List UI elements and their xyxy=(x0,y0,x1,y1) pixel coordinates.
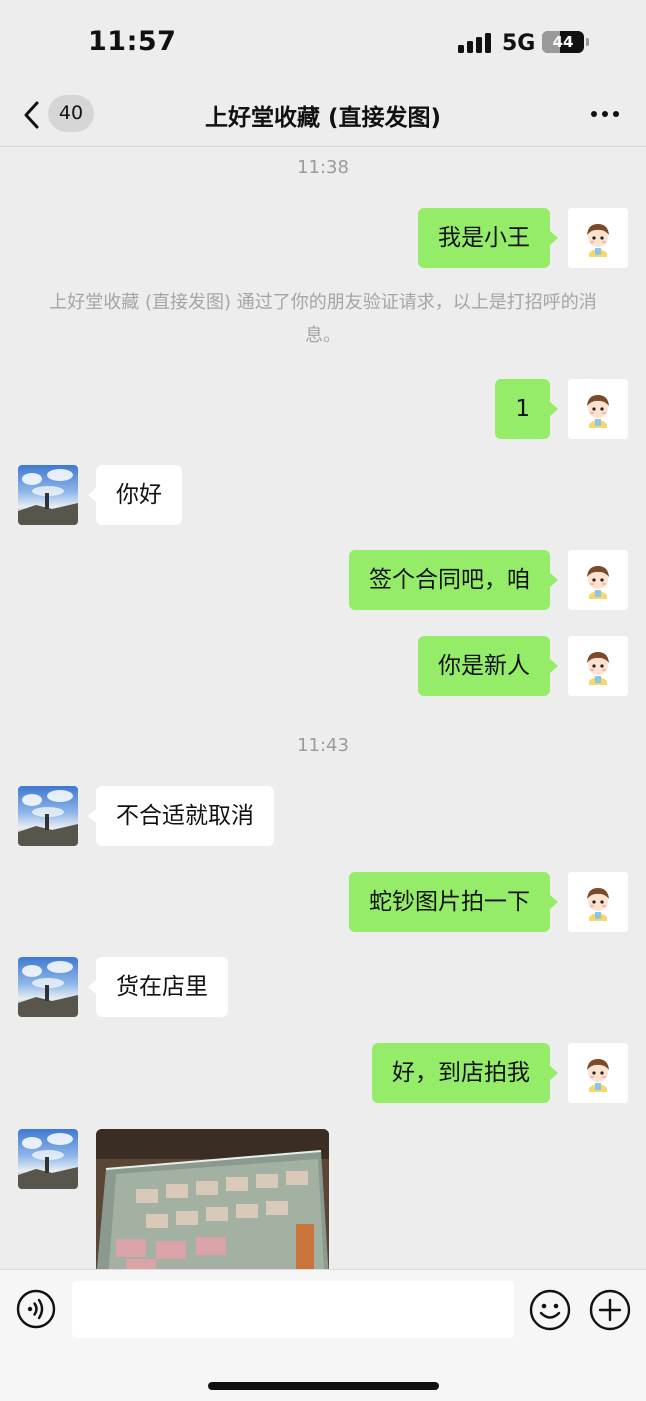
received-message[interactable]: 不合适就取消 xyxy=(88,786,274,846)
my-avatar[interactable] xyxy=(568,872,628,932)
cartoon-boy-avatar-icon xyxy=(568,1043,628,1103)
unread-count-badge[interactable]: 40 xyxy=(48,95,94,132)
cartoon-boy-avatar-icon xyxy=(568,872,628,932)
more-options-icon[interactable] xyxy=(590,110,620,118)
home-indicator[interactable] xyxy=(208,1382,439,1390)
my-avatar[interactable] xyxy=(568,636,628,696)
chat-header: 40 上好堂收藏 (直接发图) xyxy=(0,86,646,147)
display-case-photo-icon xyxy=(96,1129,329,1269)
battery-cap xyxy=(586,38,589,46)
system-notice: 上好堂收藏 (直接发图) 通过了你的朋友验证请求，以上是打招呼的消息。 xyxy=(49,292,597,346)
cartoon-boy-avatar-icon xyxy=(568,550,628,610)
landscape-photo-avatar-icon xyxy=(18,1133,78,1189)
battery-icon: 44 xyxy=(542,31,584,53)
plus-icon[interactable] xyxy=(589,1289,631,1331)
received-message[interactable]: 你好 xyxy=(88,465,182,525)
sent-message[interactable]: 好，到店拍我 xyxy=(372,1043,558,1103)
cartoon-boy-avatar-icon xyxy=(568,636,628,696)
sent-message[interactable]: 蛇钞图片拍一下 xyxy=(349,872,558,932)
sent-message[interactable]: 你是新人 xyxy=(418,636,558,696)
my-avatar[interactable] xyxy=(568,1043,628,1103)
my-avatar[interactable] xyxy=(568,379,628,439)
message-timestamp: 11:38 xyxy=(297,157,349,178)
sent-message[interactable]: 我是小王 xyxy=(418,208,558,268)
contact-avatar[interactable] xyxy=(18,957,78,1017)
message-timestamp: 11:43 xyxy=(297,735,349,756)
cartoon-boy-avatar-icon xyxy=(568,379,628,439)
voice-input-icon[interactable] xyxy=(16,1289,56,1329)
sent-message[interactable]: 签个合同吧，咱 xyxy=(349,550,558,610)
back-arrow-icon[interactable] xyxy=(20,98,46,132)
status-time: 11:57 xyxy=(88,26,177,57)
landscape-photo-avatar-icon xyxy=(18,790,78,846)
received-message[interactable]: 货在店里 xyxy=(88,957,228,1017)
contact-avatar[interactable] xyxy=(18,1129,78,1189)
landscape-photo-avatar-icon xyxy=(18,961,78,1017)
my-avatar[interactable] xyxy=(568,208,628,268)
cartoon-boy-avatar-icon xyxy=(568,208,628,268)
status-bar: 11:57 5G 44 xyxy=(0,0,646,86)
contact-avatar[interactable] xyxy=(18,465,78,525)
chat-title: 上好堂收藏 (直接发图) xyxy=(204,105,442,131)
cellular-signal-icon xyxy=(458,33,492,53)
network-type: 5G xyxy=(502,31,536,56)
my-avatar[interactable] xyxy=(568,550,628,610)
received-image-message[interactable] xyxy=(96,1129,329,1269)
sent-message[interactable]: 1 xyxy=(495,379,558,439)
landscape-photo-avatar-icon xyxy=(18,469,78,525)
contact-avatar[interactable] xyxy=(18,786,78,846)
emoji-icon[interactable] xyxy=(529,1289,571,1331)
message-input[interactable] xyxy=(72,1281,514,1338)
battery-percent: 44 xyxy=(552,33,574,51)
message-list[interactable]: 11:38 我是小王 上好堂收藏 (直接发图) 通过了你的朋友验证请求，以上是打… xyxy=(0,147,646,1269)
